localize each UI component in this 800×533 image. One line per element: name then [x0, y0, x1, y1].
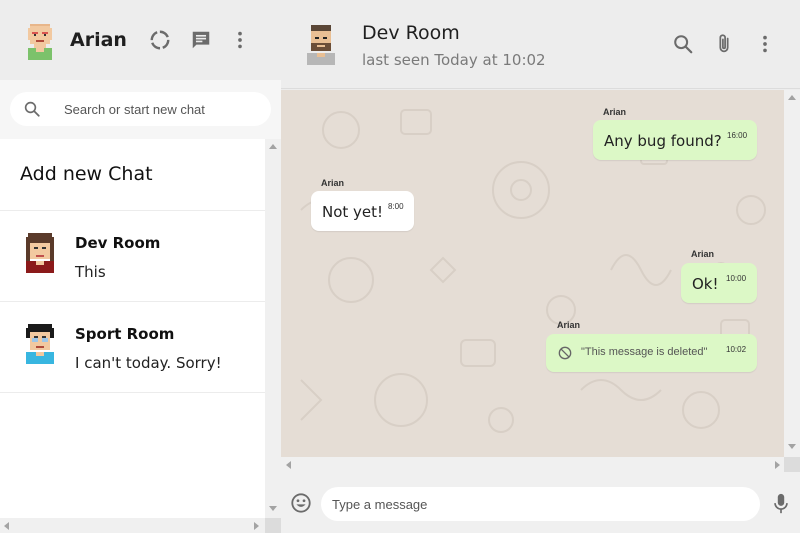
scroll-down-arrow-icon[interactable] [788, 444, 796, 450]
scroll-right-arrow-icon[interactable] [775, 461, 781, 469]
message-time: 8:00 [388, 202, 404, 211]
scrollbar-corner [265, 518, 281, 533]
scroll-left-arrow-icon[interactable] [286, 461, 292, 469]
menu-icon[interactable] [754, 33, 776, 55]
conversation-vertical-scrollbar[interactable] [784, 90, 800, 457]
search-box [10, 92, 271, 126]
chat-last-message: I can't today. Sorry! [75, 354, 222, 372]
scroll-down-arrow-icon[interactable] [269, 506, 277, 512]
sidebar: Arian Search or start new chat Add new C… [0, 0, 281, 533]
sidebar-header: Arian [0, 0, 281, 80]
message-text: "This message is deleted" [581, 346, 708, 358]
chat-app: Arian Search or start new chat Add new C… [0, 0, 800, 533]
new-chat-icon[interactable] [190, 29, 212, 51]
search-icon [24, 101, 40, 117]
menu-icon[interactable] [229, 29, 251, 51]
avatar [26, 324, 54, 364]
room-name: Dev Room [362, 22, 460, 44]
conversation-header: Dev Room last seen Today at 10:02 [281, 0, 800, 89]
scrollbar-corner [784, 457, 800, 472]
message-sender: Arian [557, 320, 581, 330]
message-time: 10:00 [726, 274, 747, 283]
user-avatar[interactable] [24, 22, 56, 60]
message-text: Any bug found? [604, 132, 722, 150]
sidebar-horizontal-scrollbar[interactable] [0, 518, 265, 533]
emoji-icon[interactable] [290, 492, 312, 514]
message-sender: Arian [691, 249, 715, 259]
chat-list: Add new Chat Dev Room This Sport Room I … [0, 139, 265, 518]
search-bar [0, 80, 281, 139]
attach-icon[interactable] [713, 33, 735, 55]
message-bubble-incoming[interactable]: Not yet! 8:00 [311, 191, 414, 231]
scroll-left-arrow-icon[interactable] [4, 522, 10, 530]
message-time: 10:02 [726, 345, 747, 354]
chat-list-item-dev-room[interactable]: Dev Room This [0, 211, 265, 302]
message-text: Ok! [692, 275, 719, 293]
chat-name: Sport Room [75, 325, 175, 343]
user-name: Arian [70, 29, 127, 51]
message-sender: Arian [603, 107, 627, 117]
message-time: 16:00 [727, 131, 748, 140]
deleted-message-icon [558, 346, 572, 360]
search-input[interactable] [64, 92, 264, 126]
search-icon[interactable] [672, 33, 694, 55]
chat-name: Dev Room [75, 234, 161, 252]
chat-last-message: This [75, 263, 106, 281]
mic-icon[interactable] [772, 493, 790, 515]
message-bubble-outgoing[interactable]: Ok! 10:00 [681, 263, 757, 303]
add-new-chat-button[interactable]: Add new Chat [0, 139, 265, 211]
sidebar-vertical-scrollbar[interactable] [265, 139, 281, 518]
status-icon[interactable] [149, 29, 171, 51]
room-status: last seen Today at 10:02 [362, 51, 546, 69]
conversation-horizontal-scrollbar[interactable] [281, 457, 784, 472]
message-composer [281, 472, 800, 533]
message-bubble-deleted[interactable]: "This message is deleted" 10:02 [546, 334, 757, 372]
avatar [26, 233, 54, 273]
chat-list-item-sport-room[interactable]: Sport Room I can't today. Sorry! [0, 302, 265, 393]
message-sender: Arian [321, 178, 345, 188]
message-text: Not yet! [322, 203, 384, 221]
scroll-up-arrow-icon[interactable] [788, 95, 796, 101]
room-avatar[interactable] [305, 25, 337, 65]
message-area: Arian Any bug found? 16:00 Arian Not yet… [281, 90, 784, 457]
message-input[interactable] [321, 487, 760, 521]
message-bubble-outgoing[interactable]: Any bug found? 16:00 [593, 120, 757, 160]
conversation-panel: Dev Room last seen Today at 10:02 Arian … [281, 0, 800, 533]
scroll-right-arrow-icon[interactable] [254, 522, 260, 530]
scroll-up-arrow-icon[interactable] [269, 144, 277, 150]
